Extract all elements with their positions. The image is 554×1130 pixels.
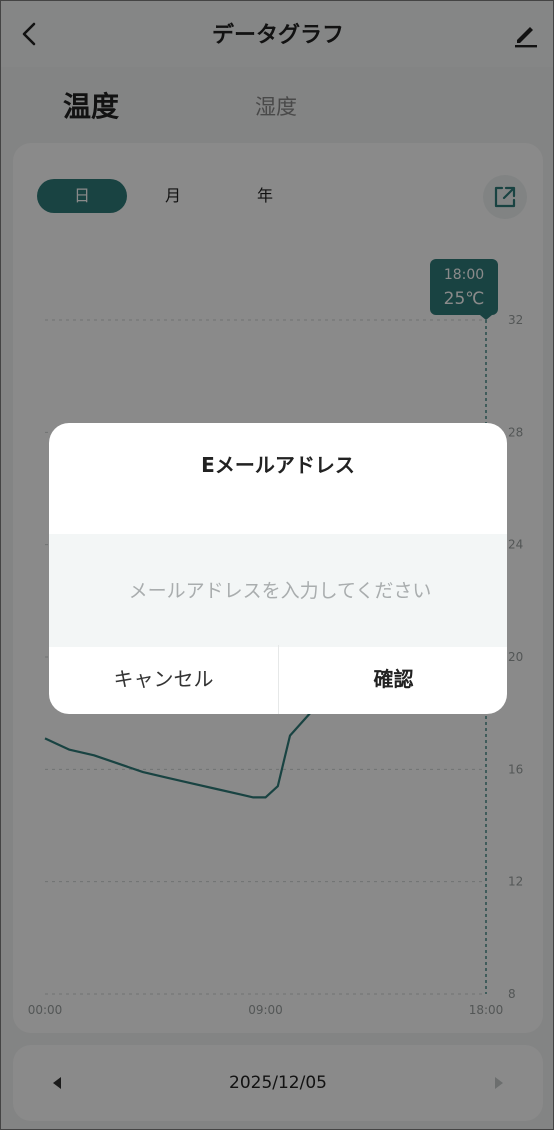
email-dialog: Eメールアドレス キャンセル 確認	[49, 423, 507, 714]
cancel-button[interactable]: キャンセル	[49, 645, 278, 714]
confirm-button[interactable]: 確認	[278, 645, 507, 714]
email-input[interactable]	[49, 534, 507, 647]
dialog-title: Eメールアドレス	[201, 453, 355, 477]
app-screen: データグラフ 温度 湿度 日 月 年 8 12 16 20 24 28 32 00:00 09:…	[0, 0, 554, 1130]
